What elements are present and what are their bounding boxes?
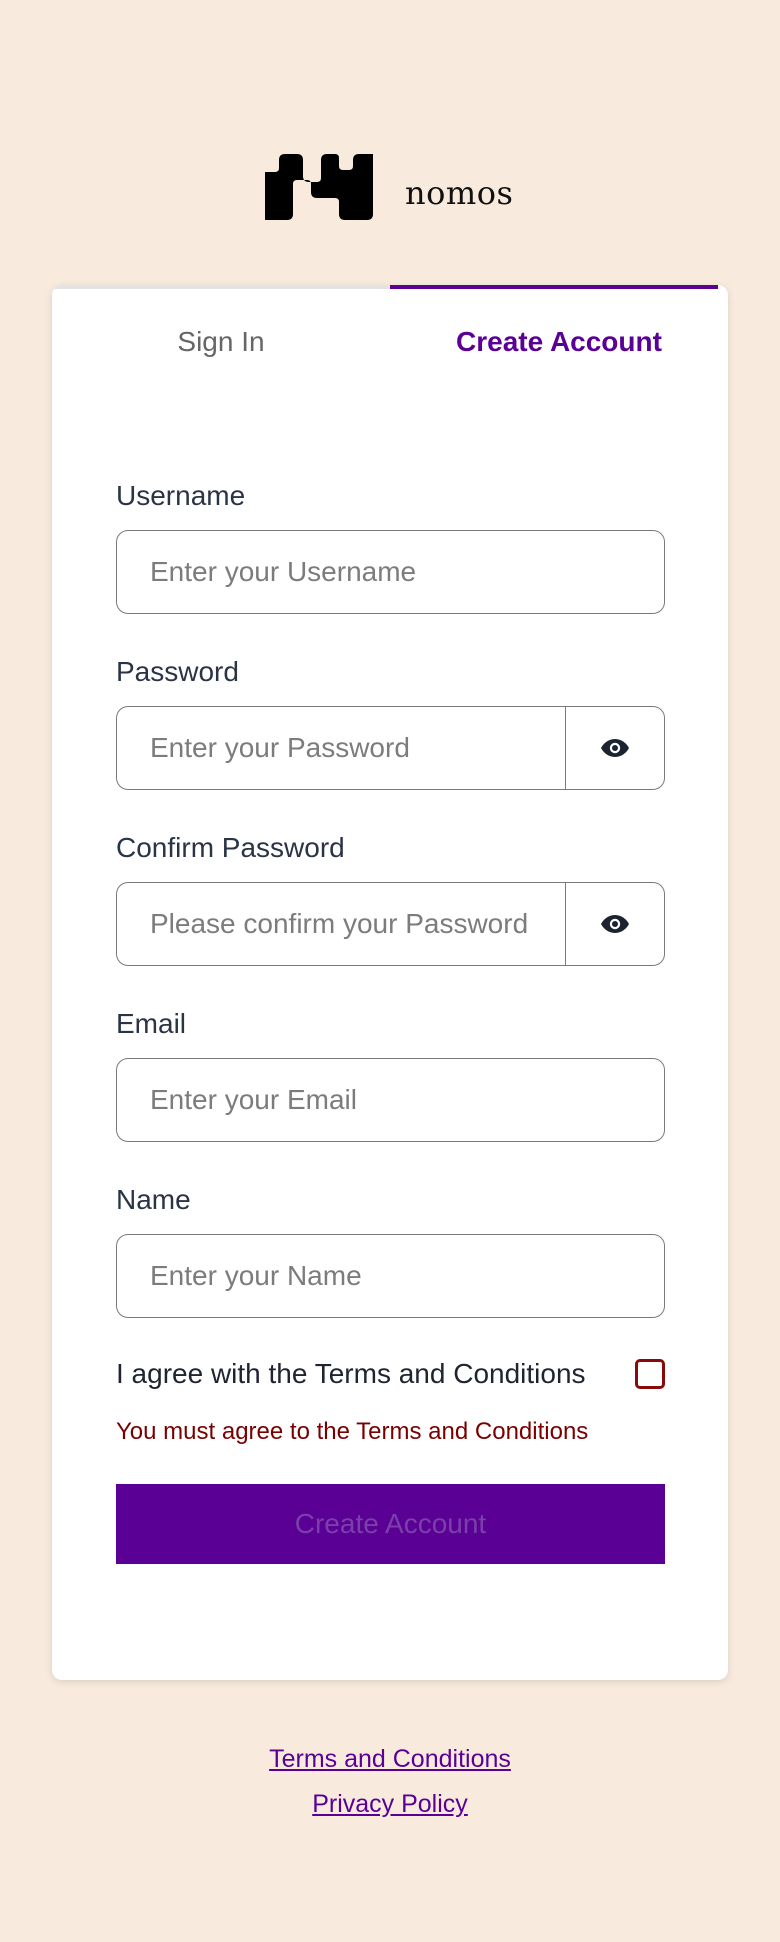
email-label: Email xyxy=(116,1008,187,1039)
name-input[interactable] xyxy=(116,1234,665,1318)
username-label: Username xyxy=(116,480,246,511)
tab-create-account[interactable]: Create Account xyxy=(390,285,728,385)
create-account-form: Username Password Confi xyxy=(116,480,665,1564)
name-label: Name xyxy=(116,1184,191,1215)
terms-error-message: You must agree to the Terms and Conditio… xyxy=(116,1418,589,1445)
email-input[interactable] xyxy=(116,1058,665,1142)
username-input[interactable] xyxy=(116,530,665,614)
show-password-button[interactable] xyxy=(565,706,665,790)
terms-agreement-row: I agree with the Terms and Conditions xyxy=(116,1354,665,1394)
confirm-password-wrapper xyxy=(116,882,665,966)
eye-icon xyxy=(601,915,629,933)
terms-label: I agree with the Terms and Conditions xyxy=(116,1358,586,1389)
confirm-password-label: Confirm Password xyxy=(116,832,345,863)
email-field-group: Email xyxy=(116,1008,665,1142)
signup-page: nomos Sign In Create Account Username Pa… xyxy=(0,0,780,1942)
username-field-group: Username xyxy=(116,480,665,614)
auth-card: Sign In Create Account Username Password xyxy=(52,285,728,1680)
auth-tabs: Sign In Create Account xyxy=(52,285,728,385)
privacy-policy-link[interactable]: Privacy Policy xyxy=(0,1790,780,1819)
confirm-password-field-group: Confirm Password xyxy=(116,832,665,966)
brand-logo: nomos xyxy=(265,140,525,220)
terms-checkbox[interactable] xyxy=(635,1359,665,1389)
nomos-logo-icon xyxy=(265,154,373,220)
terms-link[interactable]: Terms and Conditions xyxy=(0,1745,780,1774)
password-input[interactable] xyxy=(116,706,565,790)
footer-links: Terms and Conditions Privacy Policy xyxy=(0,1745,780,1835)
brand-name: nomos xyxy=(405,174,514,212)
password-label: Password xyxy=(116,656,239,687)
confirm-password-input[interactable] xyxy=(116,882,565,966)
password-wrapper xyxy=(116,706,665,790)
show-confirm-password-button[interactable] xyxy=(565,882,665,966)
tab-sign-in[interactable]: Sign In xyxy=(52,285,390,385)
eye-icon xyxy=(601,739,629,757)
password-field-group: Password xyxy=(116,656,665,790)
name-field-group: Name xyxy=(116,1184,665,1318)
create-account-button[interactable]: Create Account xyxy=(116,1484,665,1564)
